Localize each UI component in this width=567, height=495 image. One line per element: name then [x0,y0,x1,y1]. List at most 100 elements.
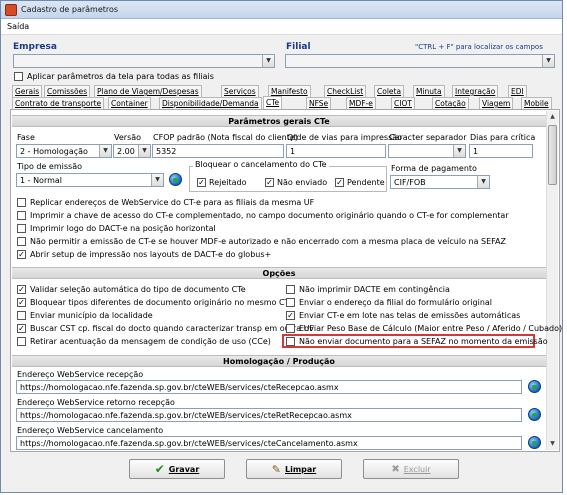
opcoes-section-header: Opções [12,267,546,279]
recepcao-input[interactable]: https://homologacao.nfe.fazenda.sp.gov.b… [16,380,522,394]
option-imprimir-chave-checkbox[interactable] [17,211,26,220]
option-replicar-label: Replicar endereços de WebService do CT-e… [30,198,315,207]
tab-edi[interactable]: EDI [508,85,527,97]
opt-bloquear-tipos-checkbox[interactable]: ✓ [17,298,26,307]
opt-cst-checkbox[interactable]: ✓ [17,324,26,333]
excluir-label: Excluir [403,464,431,474]
option-replicar-checkbox[interactable] [17,198,26,207]
tab-checklist[interactable]: CheckList [324,85,367,97]
tab-mdfe[interactable]: MDF-e [346,97,376,109]
tab-cte[interactable]: CTe [263,96,283,109]
caracter-label: Caracter separador [389,133,467,142]
globe-icon[interactable] [169,173,182,186]
filial-label: Filial [286,42,311,52]
option-setup-checkbox[interactable]: ✓ [17,250,26,259]
dias-input[interactable]: 1 [469,144,533,158]
cfop-label: CFOP padrão (Nota fiscal do cliente) [153,133,298,142]
menu-bar: Saída [1,19,562,35]
search-hint: "CTRL + F" para localizar os campos [415,43,543,51]
chevron-down-icon: ▼ [453,145,465,157]
nao-enviado-checkbox[interactable]: ✓ [265,178,274,187]
scroll-up-icon[interactable]: ▲ [547,111,558,123]
scroll-down-icon[interactable]: ▼ [547,438,558,450]
tab-mobile[interactable]: Mobile [521,97,552,109]
opt-peso-label: Enviar Peso Base de Cálculo (Maior entre… [299,324,563,333]
vertical-scrollbar[interactable]: ▲ ▼ [546,111,558,450]
globe-icon[interactable] [528,408,541,421]
tab-coleta[interactable]: Coleta [374,85,405,97]
globe-icon[interactable] [528,380,541,393]
limpar-button[interactable]: ✎ Limpar [246,459,342,479]
title-bar: Cadastro de parâmetros [1,1,562,19]
qtde-input[interactable]: 1 [286,144,386,158]
apply-all-label: Aplicar parâmetros da tela para todas as… [27,72,214,81]
menu-saida[interactable]: Saída [7,22,29,31]
chevron-down-icon: ▼ [477,176,489,188]
tab-contrato-transporte[interactable]: Contrato de transporte [12,97,105,109]
pendente-label: Pendente [347,178,385,187]
empresa-combo[interactable]: ▼ [13,54,275,68]
chevron-down-icon: ▼ [542,55,554,67]
retorno-label: Endereço WebService retorno recepção [17,398,175,407]
chevron-down-icon: ▼ [262,55,274,67]
tipo-emissao-select[interactable]: 1 - Normal ▼ [16,173,164,187]
filial-combo[interactable]: ▼ [285,54,555,68]
tab-plano-viagem[interactable]: Plano de Viagem/Despesas [94,85,202,97]
retorno-input[interactable]: https://homologacao.nfe.fazenda.sp.gov.b… [16,408,522,422]
opt-nao-imprimir-checkbox[interactable] [286,285,295,294]
tab-servicos[interactable]: Serviços [221,85,259,97]
tab-ciot[interactable]: CIOT [391,97,415,109]
tab-cotacao[interactable]: Cotação [432,97,469,109]
apply-all-checkbox[interactable] [14,72,23,81]
opt-peso-checkbox[interactable] [286,324,295,333]
check-icon: ✔ [154,462,165,476]
rejeitado-checkbox[interactable]: ✓ [197,178,206,187]
option-imprimir-chave-label: Imprimir a chave de acesso do CT-e compl… [30,211,509,220]
tab-gerais[interactable]: Gerais [12,85,43,97]
opt-nao-enviar-checkbox[interactable] [286,337,295,346]
opt-lote-checkbox[interactable]: ✓ [286,311,295,320]
opt-nao-imprimir-label: Não imprimir DACTE em contingência [299,285,450,294]
tipo-emissao-label: Tipo de emissão [17,162,82,171]
cancelamento-input[interactable]: https://homologacao.nfe.fazenda.sp.gov.b… [16,436,522,450]
opt-acentuacao-checkbox[interactable] [17,337,26,346]
tab-nfse[interactable]: NFSe [306,97,332,109]
caracter-select[interactable]: ▼ [388,144,466,158]
opt-municipio-label: Enviar município da localidade [30,311,153,320]
tab-viagem[interactable]: Viagem [479,97,514,109]
option-setup-label: Abrir setup de impressão nos layouts de … [30,250,272,259]
recepcao-label: Endereço WebService recepção [17,370,144,379]
opt-endereco-filial-label: Enviar o endereço da filial do formulári… [299,298,493,307]
eraser-icon: ✎ [271,462,281,476]
fase-label: Fase [17,133,35,142]
tab-comissoes[interactable]: Comissões [44,85,91,97]
window-title: Cadastro de parâmetros [21,5,119,14]
opt-lote-label: Enviar CT-e em lote nas telas de emissõe… [299,311,521,320]
gravar-label: Gravar [168,464,200,474]
tab-container[interactable]: Container [108,97,151,109]
nao-enviado-label: Não enviado [277,178,328,187]
fase-select[interactable]: 2 - Homologação ▼ [16,144,112,158]
globe-icon[interactable] [528,436,541,449]
tab-disponibilidade[interactable]: Disponibilidade/Demanda [159,97,262,109]
pendente-checkbox[interactable]: ✓ [335,178,344,187]
versao-select[interactable]: 2.00 ▼ [113,144,151,158]
qtde-label: Qtde de vias para impressão [287,133,403,142]
option-logo-label: Imprimir logo do DACT-e na posição horiz… [30,224,216,233]
option-mdfe-checkbox[interactable] [17,237,26,246]
opt-endereco-filial-checkbox[interactable] [286,298,295,307]
cte-section-header: Parâmetros gerais CTe [12,115,546,127]
opt-validar-checkbox[interactable]: ✓ [17,285,26,294]
chevron-down-icon: ▼ [151,174,163,186]
cte-panel: ▲ ▼ Parâmetros gerais CTe Fase 2 - Homol… [10,109,563,452]
cfop-input[interactable]: 5352 [152,144,284,158]
tab-minuta[interactable]: Minuta [413,85,445,97]
tab-integracao[interactable]: Integração [452,85,499,97]
gravar-button[interactable]: ✔ Gravar [129,459,225,479]
opt-nao-enviar-label: Não enviar documento para a SEFAZ no mom… [299,337,548,346]
option-logo-checkbox[interactable] [17,224,26,233]
excluir-button[interactable]: ✖ Excluir [363,459,459,479]
forma-pgto-select[interactable]: CIF/FOB ▼ [390,175,490,189]
opt-municipio-checkbox[interactable] [17,311,26,320]
scroll-thumb[interactable] [548,125,557,185]
